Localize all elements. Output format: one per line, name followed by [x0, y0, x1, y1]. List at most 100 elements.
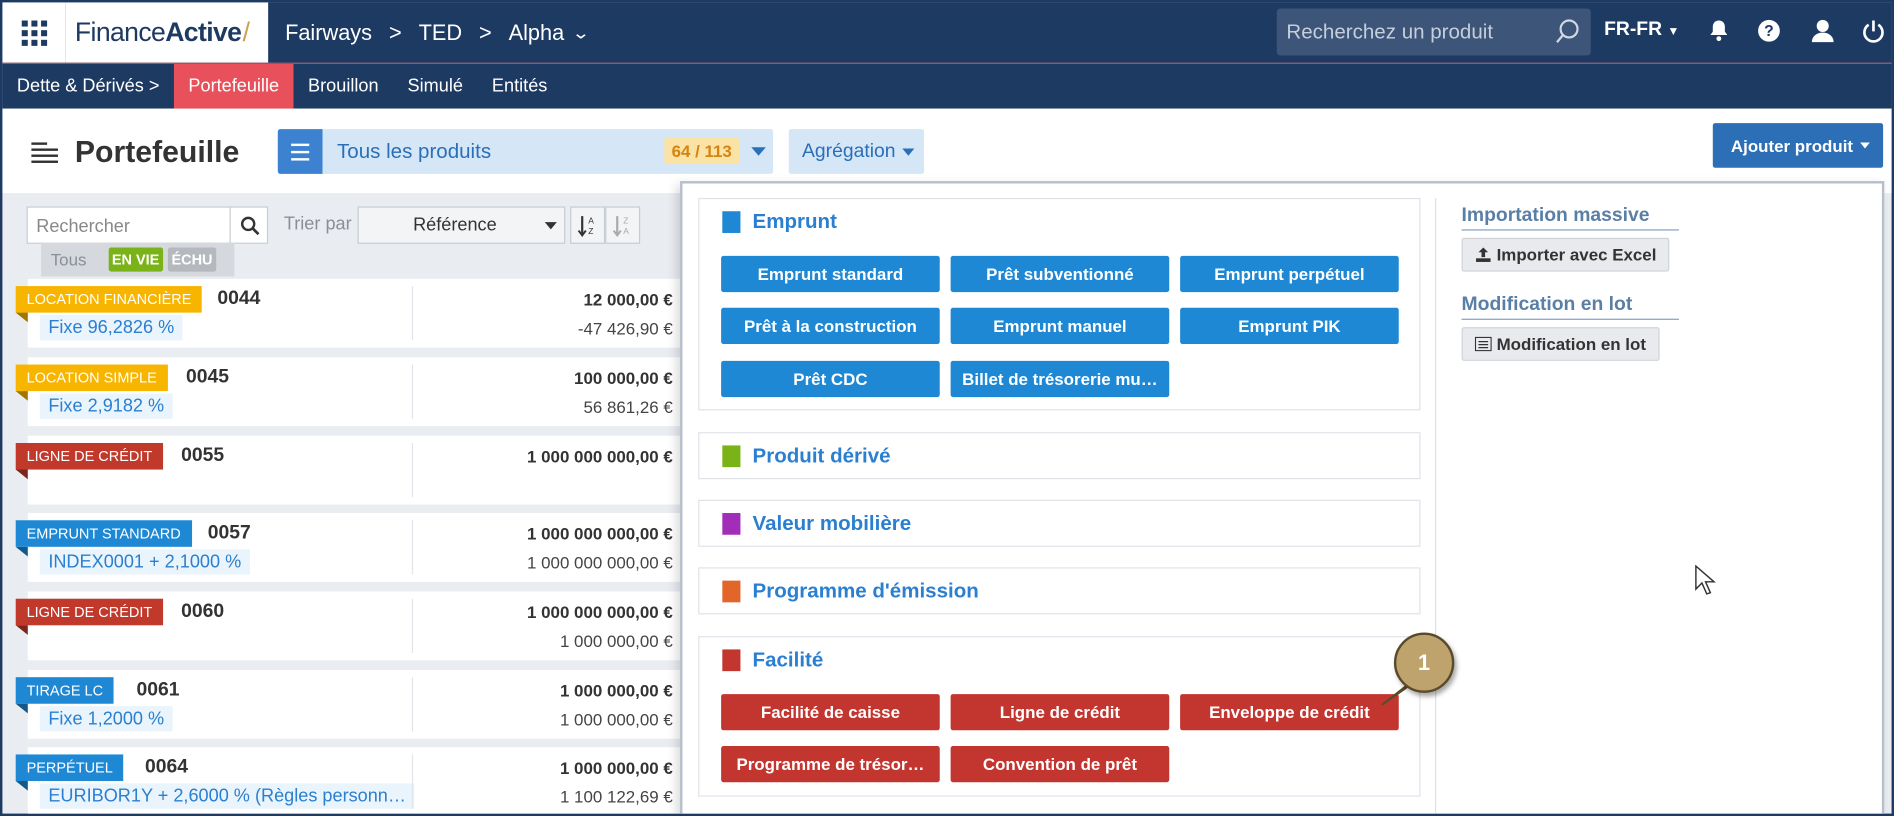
svg-text:?: ? [1764, 23, 1774, 40]
breadcrumb-item[interactable]: Alpha [509, 20, 565, 45]
product-type-tag: LIGNE DE CRÉDIT [15, 443, 164, 470]
add-product-label: Ajouter produit [1730, 135, 1854, 156]
bell-icon[interactable] [1708, 19, 1730, 48]
rate-label: EURIBOR1Y + 2,6000 % (Règles personn… [39, 783, 415, 809]
product-reference: 0061 [136, 679, 180, 701]
emprunt-standard-button[interactable]: Emprunt standard [721, 255, 940, 293]
nav-item-entites[interactable]: Entités [477, 64, 561, 109]
product-count-badge: 64 / 113 [664, 137, 740, 165]
chevron-right-icon: > [388, 19, 402, 45]
pret-subventionne-button[interactable]: Prêt subventionné [950, 255, 1170, 293]
emprunt-perpetuel-button[interactable]: Emprunt perpétuel [1180, 255, 1399, 293]
nav-item-dette-derives[interactable]: Dette & Dérivés > [2, 64, 174, 109]
product-search-input[interactable]: Recherchez un produit [1276, 8, 1591, 56]
product-reference: 0055 [181, 445, 225, 466]
product-card[interactable]: EMPRUNT STANDARD 0057 INDEX0001 + 2,1000 %… [15, 513, 681, 582]
nav-item-brouillon[interactable]: Brouillon [294, 64, 394, 109]
section-title: Programme d'émission [752, 579, 979, 603]
power-icon[interactable] [1861, 19, 1885, 49]
product-type-tag: EMPRUNT STANDARD [15, 520, 192, 547]
search-icon[interactable] [1555, 18, 1582, 45]
nav-item-simule[interactable]: Simulé [393, 64, 477, 109]
add-product-menu: Emprunt Emprunt standard Prêt subvention… [680, 181, 1885, 814]
product-card[interactable]: LIGNE DE CRÉDIT 0055 1 000 000 000,00 € [15, 435, 681, 505]
section-facilite: Facilité Facilité de caisse Ligne de cré… [698, 636, 1421, 797]
product-type-tag: LIGNE DE CRÉDIT [15, 598, 164, 626]
search-input[interactable]: Rechercher [26, 206, 270, 244]
import-excel-label: Importer avec Excel [1496, 245, 1657, 265]
ligne-credit-button[interactable]: Ligne de crédit [950, 694, 1170, 731]
bulk-edit-button[interactable]: Modification en lot [1461, 327, 1660, 361]
tab-echu[interactable]: ÉCHU [167, 247, 217, 272]
tag-fold [15, 469, 28, 480]
product-reference: 0045 [186, 366, 230, 388]
product-reference: 0044 [217, 288, 261, 310]
product-reference: 0057 [207, 522, 251, 544]
sort-alpha-asc-icon: AZ [577, 215, 594, 237]
section-valeur-mobiliere[interactable]: Valeur mobilière [698, 499, 1421, 547]
sort-descending-button[interactable]: ZA [605, 206, 641, 244]
aggregation-dropdown[interactable]: Agrégation [788, 129, 925, 174]
divider [411, 286, 414, 341]
status-tabs: Tous EN VIE ÉCHU [41, 242, 235, 277]
sort-select[interactable]: Référence [357, 206, 566, 244]
mouse-cursor-icon [1695, 564, 1716, 595]
breadcrumb-item[interactable]: TED [419, 20, 462, 45]
section-emprunt: Emprunt Emprunt standard Prêt subvention… [698, 197, 1421, 411]
product-reference: 0060 [181, 601, 225, 622]
breadcrumb-item[interactable]: Fairways [285, 20, 372, 45]
product-card[interactable]: PERPÉTUEL 0064 EURIBOR1Y + 2,6000 % (Règle… [15, 747, 681, 814]
user-icon[interactable] [1811, 19, 1835, 48]
pret-construction-button[interactable]: Prêt à la construction [721, 307, 940, 345]
divider [411, 520, 414, 575]
product-filter-select[interactable]: Tous les produits 64 / 113 [277, 129, 774, 174]
section-header: Produit dérivé [722, 444, 891, 468]
enveloppe-credit-button[interactable]: Enveloppe de crédit [1180, 694, 1399, 731]
help-icon[interactable]: ? [1757, 19, 1780, 48]
tab-en-vie[interactable]: EN VIE [108, 247, 163, 272]
nav-item-portefeuille[interactable]: Portefeuille [173, 63, 294, 109]
billet-tresorerie-button[interactable]: Billet de trésorerie mu… [950, 360, 1170, 398]
sort-value: Référence [413, 214, 497, 236]
list-alt-icon [1474, 336, 1492, 352]
section-title: Emprunt [752, 210, 837, 233]
svg-text:A: A [623, 226, 629, 236]
emprunt-manuel-button[interactable]: Emprunt manuel [950, 307, 1170, 345]
section-programme-emission[interactable]: Programme d'émission [698, 567, 1421, 615]
product-card[interactable]: TIRAGE LC 0061 Fixe 1,2000 % 1 000 000,00 €… [15, 669, 681, 739]
tab-tous[interactable]: Tous [51, 250, 87, 269]
divider [411, 754, 414, 809]
import-excel-button[interactable]: Importer avec Excel [1461, 237, 1670, 272]
list-icon [31, 139, 58, 167]
hamburger-menu-icon[interactable] [277, 129, 323, 174]
product-card[interactable]: LIGNE DE CRÉDIT 0060 1 000 000 000,00 € 1 0… [15, 591, 681, 661]
sort-ascending-button[interactable]: AZ [570, 206, 606, 244]
pret-cdc-button[interactable]: Prêt CDC [721, 360, 940, 398]
section-produit-derive[interactable]: Produit dérivé [698, 432, 1421, 480]
rate-label: Fixe 2,9182 % [39, 393, 173, 419]
rate-label: INDEX0001 + 2,1000 % [39, 549, 250, 575]
search-button[interactable] [229, 206, 270, 244]
language-selector[interactable]: FR-FR ▼ [1604, 19, 1679, 41]
nav-label: Brouillon [308, 76, 379, 97]
caret-down-icon [751, 147, 766, 156]
convention-pret-button[interactable]: Convention de prêt [950, 745, 1170, 783]
color-square-icon [722, 580, 741, 603]
product-card[interactable]: LOCATION SIMPLE 0045 Fixe 2,9182 % 100 000,… [15, 357, 681, 427]
logo[interactable]: Finance Active / [65, 2, 269, 63]
app-window: Finance Active / Fairways > TED > Alpha ⌄ … [0, 0, 1894, 816]
product-card[interactable]: LOCATION FINANCIÈRE 0044 Fixe 96,2826 % 12 … [15, 278, 681, 348]
programme-tresorerie-button[interactable]: Programme de trésor… [721, 745, 940, 783]
chevron-down-icon[interactable]: ⌄ [572, 22, 590, 43]
facilite-caisse-button[interactable]: Facilité de caisse [721, 694, 940, 731]
divider [1434, 197, 1437, 814]
search-icon [240, 216, 260, 235]
rate-label: Fixe 1,2000 % [39, 706, 173, 732]
top-bar: Finance Active / Fairways > TED > Alpha ⌄ … [2, 2, 1892, 63]
apps-grid-icon[interactable] [2, 2, 66, 63]
add-product-button[interactable]: Ajouter produit [1712, 123, 1884, 168]
emprunt-pik-button[interactable]: Emprunt PIK [1180, 307, 1399, 345]
section-header: Facilité [722, 648, 823, 672]
color-square-icon [722, 649, 741, 672]
color-square-icon [722, 445, 741, 468]
